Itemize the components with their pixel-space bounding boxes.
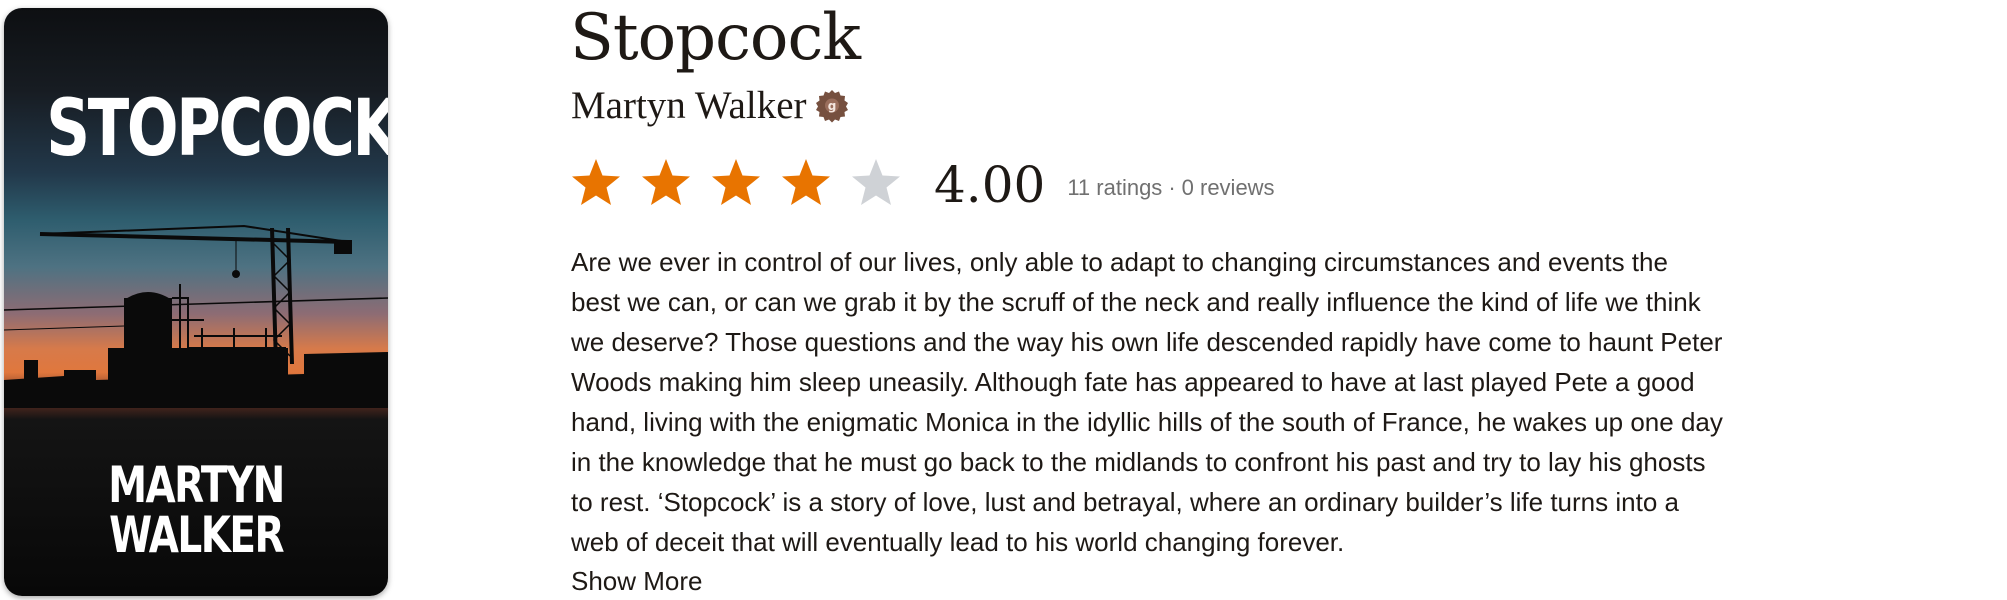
goodreads-author-badge-icon: g [815,89,849,123]
description-line: to rest. ‘Stopcock’ is a story of love, … [571,487,1679,517]
book-description: Are we ever in control of our lives, onl… [571,242,1871,562]
star-filled-icon [642,158,690,205]
rating-row: 4.00 11 ratings · 0 reviews [570,154,1275,216]
cover-author-text: MARTYN WALKER [108,456,285,564]
rating-separator: · [1168,175,1176,200]
description-line: hand, living with the enigmatic Monica i… [571,407,1723,437]
star-filled-icon [782,158,830,205]
show-more-button[interactable]: Show More [571,563,703,599]
book-title: Stopcock [570,1,861,75]
star-filled-icon [712,158,760,205]
description-line: Are we ever in control of our lives, onl… [571,247,1668,277]
description-line: best we can, or can we grab it by the sc… [571,287,1701,317]
description-line: web of deceit that will eventually lead … [571,527,1345,557]
rating-stars [570,157,920,214]
svg-text:g: g [827,99,836,113]
star-filled-icon [572,158,620,205]
author-link[interactable]: Martyn Walker [571,86,807,125]
star-empty-icon [852,158,900,205]
description-line: Woods making him sleep uneasily. Althoug… [571,367,1695,397]
reviews-count[interactable]: 0 reviews [1182,175,1275,201]
cover-title-text: STOPCOCK [46,84,388,174]
description-line: in the knowledge that he must go back to… [571,447,1706,477]
ratings-count[interactable]: 11 ratings [1067,175,1162,201]
author-row: Martyn Walker g [571,86,849,125]
book-cover[interactable]: STOPCOCK MARTYN WALKER [4,8,388,596]
average-rating: 4.00 [934,156,1046,214]
description-line: we deserve? Those questions and the way … [571,327,1723,357]
rating-stats[interactable]: 11 ratings · 0 reviews [1067,175,1274,201]
